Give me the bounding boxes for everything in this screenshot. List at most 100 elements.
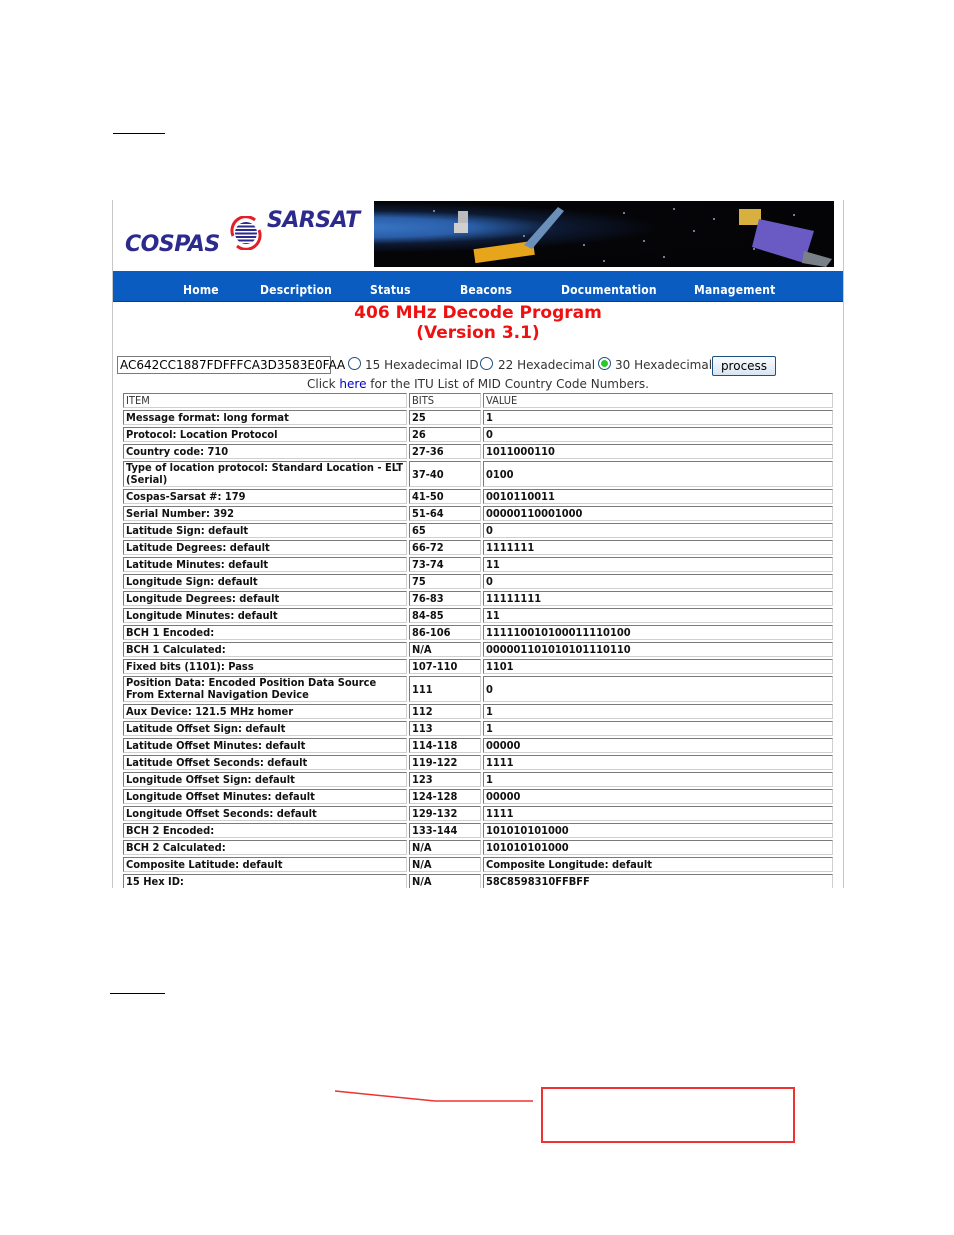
row-bits: 124-128	[409, 789, 481, 804]
table-row: BCH 2 Calculated: N/A 101010101000	[123, 840, 833, 855]
row-item: Longitude Offset Seconds: default	[123, 806, 407, 821]
row-value: 1	[483, 410, 833, 425]
table-row: Cospas-Sarsat #: 179 41-50 0010110011	[123, 489, 833, 504]
row-bits: 41-50	[409, 489, 481, 504]
row-item: Longitude Minutes: default	[123, 608, 407, 623]
table-row: Serial Number: 392 51-64 00000110001000	[123, 506, 833, 521]
row-bits: 25	[409, 410, 481, 425]
row-item: Position Data: Encoded Position Data Sou…	[123, 676, 407, 702]
page-version: (Version 3.1)	[416, 323, 540, 343]
radio-22-hex-label: 22 Hexadecimal	[498, 358, 596, 372]
callout-box	[541, 1087, 795, 1143]
satellite-3-icon	[739, 209, 832, 267]
itu-here-link[interactable]: here	[339, 377, 366, 391]
decode-results-table: ITEM BITS VALUE Message format: long format…	[121, 391, 835, 888]
row-item: Latitude Offset Sign: default	[123, 721, 407, 736]
table-row: Aux Device: 121.5 MHz homer 112 1	[123, 704, 833, 719]
table-row: Type of location protocol: Standard Loca…	[123, 461, 833, 487]
nav-status[interactable]: Status	[370, 283, 411, 297]
row-value: 1111	[483, 755, 833, 770]
logo-sarsat-text: SARSAT	[267, 208, 360, 233]
itu-prefix: Click	[307, 377, 340, 391]
row-value: 111110010100011110100	[483, 625, 833, 640]
radio-30-hex-label: 30 Hexadecimal	[615, 358, 713, 372]
row-item: Aux Device: 121.5 MHz homer	[123, 704, 407, 719]
table-row: Latitude Degrees: default 66-72 1111111	[123, 540, 833, 555]
row-bits: 114-118	[409, 738, 481, 753]
table-row: BCH 1 Calculated: N/A 00000110101010111011…	[123, 642, 833, 657]
row-value: 000001101010101110110	[483, 642, 833, 657]
main-nav: Home Description Status Beacons Document…	[113, 271, 843, 302]
row-item: Serial Number: 392	[123, 506, 407, 521]
radio-30-hex[interactable]	[598, 357, 611, 370]
row-bits: N/A	[409, 857, 481, 872]
nav-management[interactable]: Management	[694, 283, 775, 297]
row-bits: 133-144	[409, 823, 481, 838]
row-bits: 51-64	[409, 506, 481, 521]
document-underline-top	[113, 133, 165, 134]
satellites-banner-image	[374, 201, 834, 267]
row-bits: 86-106	[409, 625, 481, 640]
row-item: Latitude Offset Seconds: default	[123, 755, 407, 770]
table-row: Position Data: Encoded Position Data Sou…	[123, 676, 833, 702]
table-row: Composite Latitude: default N/A Composite …	[123, 857, 833, 872]
row-value: 58C8598310FFBFF	[483, 874, 833, 888]
row-item: Composite Latitude: default	[123, 857, 407, 872]
nav-description[interactable]: Description	[260, 283, 332, 297]
row-value: 1111	[483, 806, 833, 821]
row-bits: 65	[409, 523, 481, 538]
row-item: BCH 1 Encoded:	[123, 625, 407, 640]
header-bits: BITS	[409, 393, 481, 408]
satellites-illustration	[433, 207, 832, 267]
row-item: BCH 2 Calculated:	[123, 840, 407, 855]
table-row: Longitude Offset Sign: default 123 1	[123, 772, 833, 787]
row-value: 00000	[483, 789, 833, 804]
nav-home[interactable]: Home	[183, 283, 219, 297]
row-value: 1011000110	[483, 444, 833, 459]
document-underline-bottom	[110, 993, 165, 994]
page-title: 406 MHz Decode Program	[354, 303, 602, 323]
decode-program-screenshot: COSPAS SARSAT Home Description Status Be…	[112, 200, 844, 888]
row-item: Latitude Minutes: default	[123, 557, 407, 572]
row-item: BCH 2 Encoded:	[123, 823, 407, 838]
table-row: Latitude Sign: default 65 0	[123, 523, 833, 538]
row-value: 1101	[483, 659, 833, 674]
nav-documentation[interactable]: Documentation	[561, 283, 657, 297]
row-value: 00000110001000	[483, 506, 833, 521]
row-value: 0	[483, 523, 833, 538]
row-value: 0	[483, 676, 833, 702]
row-bits: 119-122	[409, 755, 481, 770]
row-bits: 111	[409, 676, 481, 702]
table-row: Latitude Offset Minutes: default 114-118 0…	[123, 738, 833, 753]
table-row: Fixed bits (1101): Pass 107-110 1101	[123, 659, 833, 674]
row-value: 11111111	[483, 591, 833, 606]
process-button[interactable]: process	[712, 356, 776, 376]
row-item: Cospas-Sarsat #: 179	[123, 489, 407, 504]
row-bits: 27-36	[409, 444, 481, 459]
row-value: 1	[483, 721, 833, 736]
row-value: Composite Longitude: default	[483, 857, 833, 872]
row-bits: 26	[409, 427, 481, 442]
row-item: Protocol: Location Protocol	[123, 427, 407, 442]
hex-code-input[interactable]: AC642CC1887FDFFFCA3D3583E0FAA	[117, 356, 345, 374]
radio-15-hex-label: 15 Hexadecimal ID	[365, 358, 479, 372]
table-row: Longitude Offset Seconds: default 129-132…	[123, 806, 833, 821]
radio-22-hex[interactable]	[480, 357, 493, 370]
table-row: Protocol: Location Protocol 26 0	[123, 427, 833, 442]
row-bits: 84-85	[409, 608, 481, 623]
row-bits: 112	[409, 704, 481, 719]
header-item: ITEM	[123, 393, 407, 408]
row-item: BCH 1 Calculated:	[123, 642, 407, 657]
nav-beacons[interactable]: Beacons	[460, 283, 512, 297]
table-row: Longitude Offset Minutes: default 124-128…	[123, 789, 833, 804]
radio-15-hex[interactable]	[348, 357, 361, 370]
row-value: 0010110011	[483, 489, 833, 504]
row-bits: 75	[409, 574, 481, 589]
logo-cospas-text: COSPAS	[125, 232, 220, 257]
row-item: Longitude Offset Minutes: default	[123, 789, 407, 804]
row-value: 101010101000	[483, 840, 833, 855]
row-bits: 123	[409, 772, 481, 787]
row-value: 0	[483, 574, 833, 589]
row-item: 15 Hex ID:	[123, 874, 407, 888]
cospas-sarsat-logo[interactable]: COSPAS SARSAT	[123, 208, 363, 257]
